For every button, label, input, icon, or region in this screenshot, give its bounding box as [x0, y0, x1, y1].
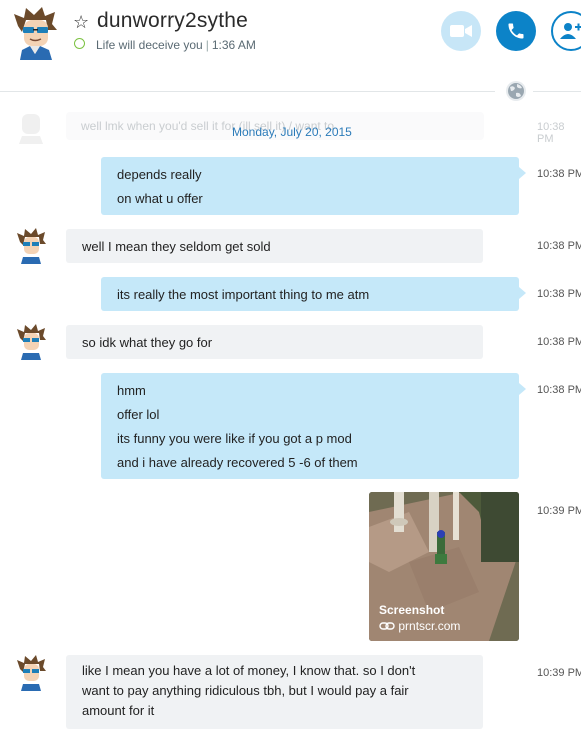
- screenshot-source[interactable]: prntscr.com: [379, 619, 460, 633]
- sender-avatar[interactable]: [16, 324, 46, 360]
- message-time: 10:38 PM: [537, 168, 581, 180]
- faded-message-time: 10:38 PM: [537, 121, 565, 145]
- message-line: its funny you were like if you got a p m…: [117, 431, 352, 446]
- screenshot-title: Screenshot: [379, 603, 445, 617]
- screenshot-preview-card[interactable]: Screenshot prntscr.com: [369, 492, 519, 641]
- header-divider-right: [533, 91, 581, 92]
- header-divider: [0, 91, 495, 92]
- message-line: on what u offer: [117, 191, 203, 206]
- message-line: offer lol: [117, 407, 160, 422]
- message-line: well I mean they seldom get sold: [82, 239, 271, 254]
- date-separator: Monday, July 20, 2015: [232, 125, 352, 139]
- local-time: 1:36 AM: [211, 38, 256, 52]
- message-line: hmm: [117, 383, 146, 398]
- message-line: want to pay anything ridiculous tbh, but…: [82, 683, 409, 698]
- faded-avatar: [19, 114, 43, 144]
- phone-icon: [508, 23, 524, 39]
- link-icon: [379, 622, 395, 630]
- globe-icon[interactable]: [505, 80, 527, 102]
- message-time: 10:38 PM: [537, 336, 581, 348]
- message-line: so idk what they go for: [82, 335, 213, 350]
- screenshot-caption: Screenshot prntscr.com: [379, 603, 460, 633]
- outgoing-message[interactable]: depends really on what u offer: [101, 157, 526, 215]
- contact-avatar[interactable]: [12, 6, 58, 60]
- message-time: 10:39 PM: [537, 505, 581, 517]
- add-person-icon: [560, 23, 581, 39]
- message-time: 10:38 PM: [537, 384, 581, 396]
- video-camera-icon: [450, 25, 472, 37]
- presence-icon: [74, 38, 85, 49]
- message-line: its really the most important thing to m…: [117, 287, 370, 302]
- message-line: and i have already recovered 5 -6 of the…: [117, 455, 358, 470]
- video-call-button[interactable]: [441, 11, 481, 51]
- incoming-message[interactable]: like I mean you have a lot of money, I k…: [66, 655, 483, 729]
- incoming-message[interactable]: well I mean they seldom get sold: [66, 229, 483, 263]
- message-time: 10:38 PM: [537, 240, 581, 252]
- contact-status: Life will deceive you | 1:36 AM: [96, 38, 256, 52]
- sender-avatar[interactable]: [16, 655, 46, 691]
- mood-message: Life will deceive you: [96, 38, 203, 52]
- message-line: like I mean you have a lot of money, I k…: [82, 663, 416, 678]
- screenshot-source-text: prntscr.com: [398, 619, 461, 633]
- contact-name[interactable]: dunworry2sythe: [97, 9, 248, 33]
- message-time: 10:39 PM: [537, 667, 581, 679]
- incoming-message[interactable]: so idk what they go for: [66, 325, 483, 359]
- status-separator: |: [205, 38, 209, 52]
- message-line: amount for it: [82, 703, 155, 718]
- message-time: 10:38 PM: [537, 288, 581, 300]
- voice-call-button[interactable]: [496, 11, 536, 51]
- outgoing-message[interactable]: its really the most important thing to m…: [101, 277, 526, 311]
- message-line: depends really: [117, 167, 202, 182]
- outgoing-message[interactable]: hmm offer lol its funny you were like if…: [101, 373, 526, 479]
- favorite-star-icon[interactable]: ☆: [73, 13, 89, 31]
- add-people-button[interactable]: [551, 11, 581, 51]
- conversation-header: ☆ dunworry2sythe Life will deceive you | 1…: [0, 0, 581, 80]
- sender-avatar[interactable]: [16, 228, 46, 264]
